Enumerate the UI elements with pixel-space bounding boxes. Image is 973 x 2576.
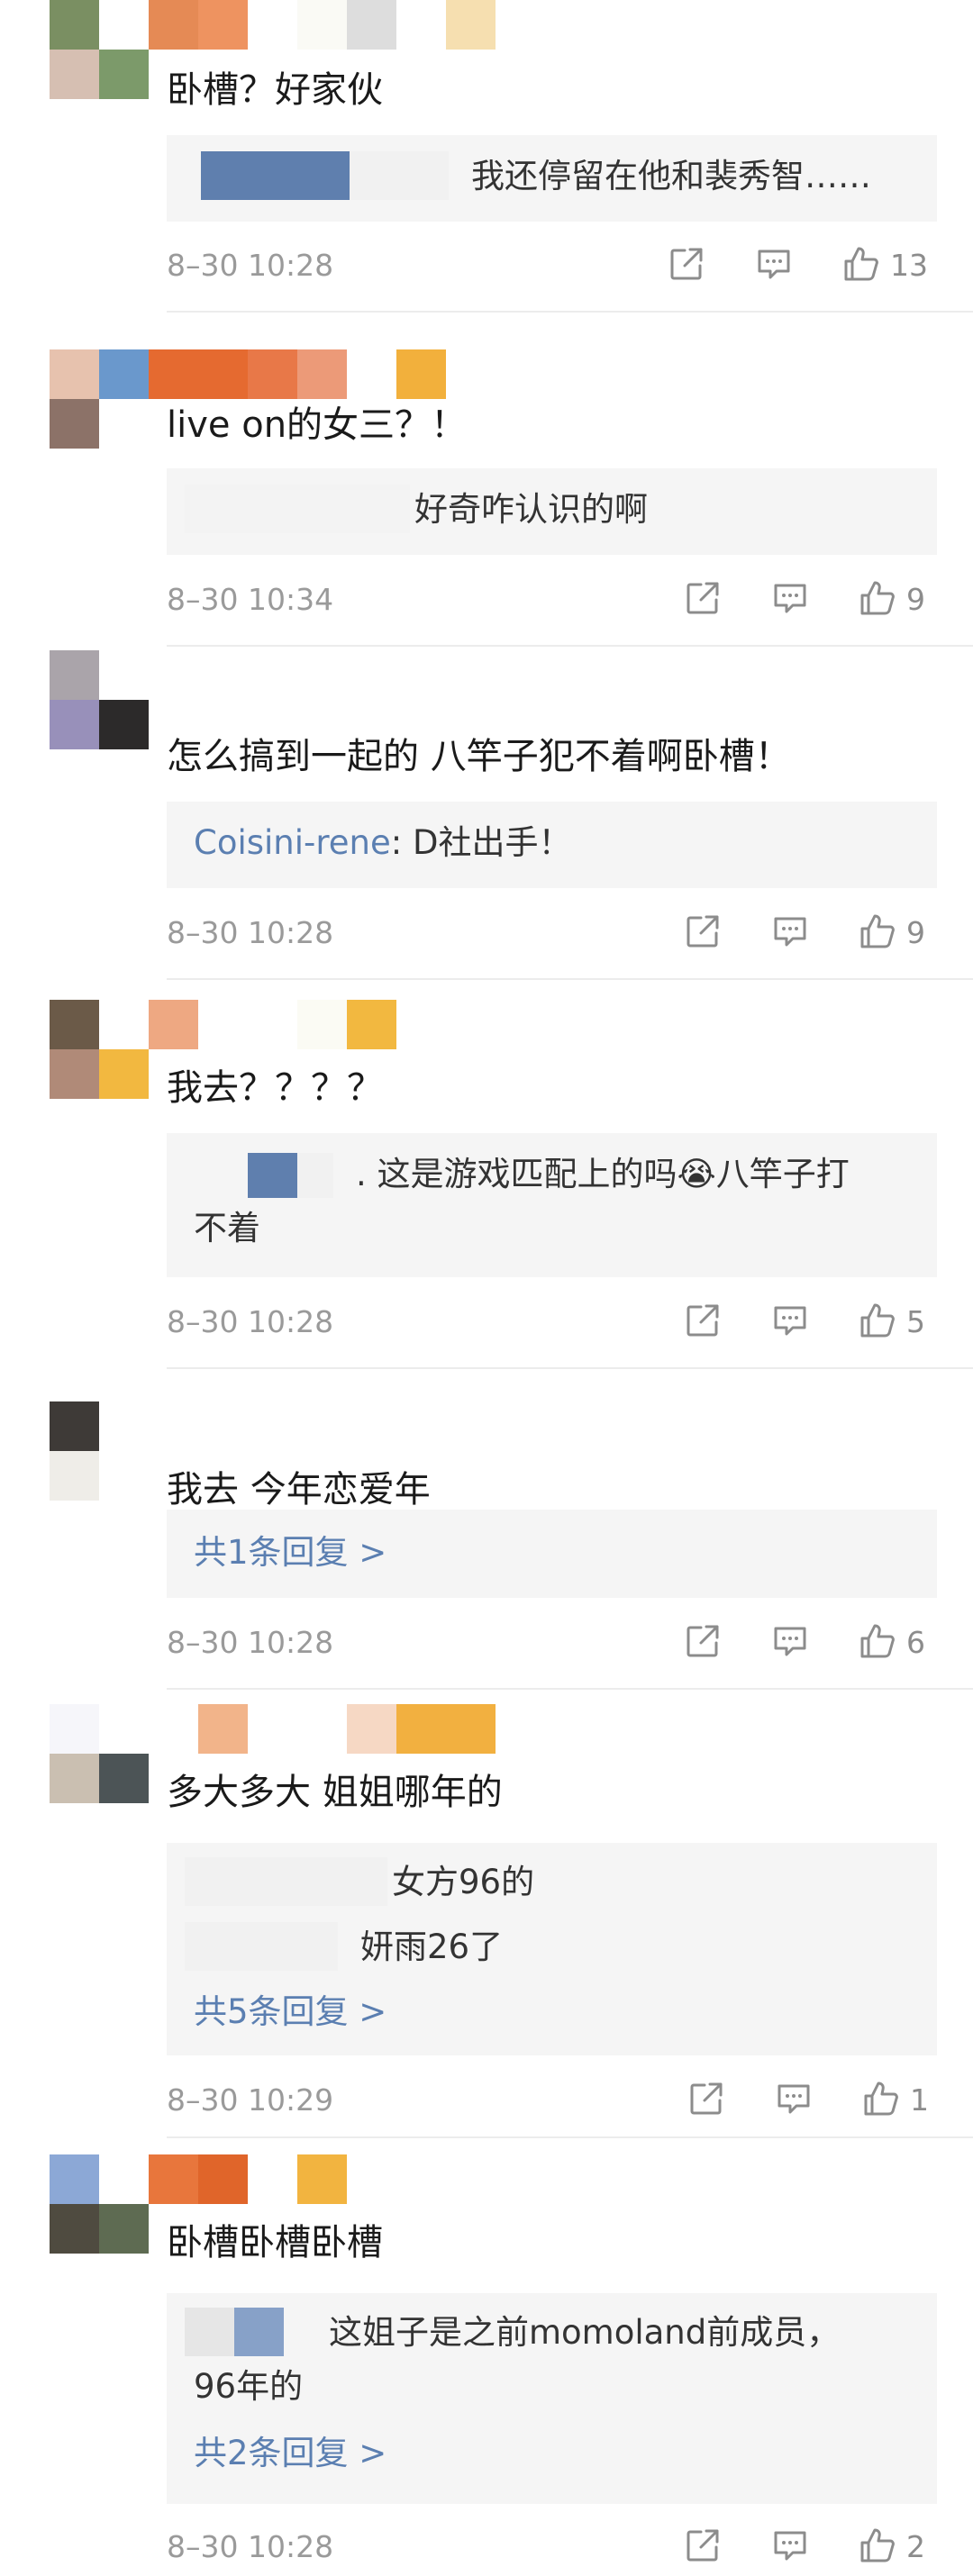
comment-text: 怎么搞到一起的 八竿子犯不着啊卧槽！ [167,736,791,777]
reply-text: 96年的 [194,2367,304,2406]
reply-username[interactable] [248,1153,297,1198]
divider [167,1367,973,1369]
reply-text: Coisini-rene: D社出手！ [194,823,572,862]
timestamp: 8–30 10:29 [167,2082,334,2118]
avatar[interactable] [50,650,149,749]
like-icon[interactable] [858,1301,897,1344]
reply-text: 妍雨26了 [360,1927,504,1966]
reply-username[interactable]: Coisini-rene [194,823,391,862]
share-icon[interactable] [683,1301,723,1344]
reply-box[interactable]: 我还停留在他和裴秀智…… [167,135,937,222]
avatar[interactable] [50,0,149,99]
action-bar: 2 [683,2526,937,2569]
reply-text: 不着 [194,1209,260,1247]
action-bar: 5 [683,1301,937,1344]
action-bar: 9 [683,912,937,955]
username[interactable] [149,0,527,50]
comment-icon[interactable] [774,2079,814,2122]
divider [167,311,973,313]
like-icon[interactable] [858,912,897,955]
reply-username[interactable] [201,151,350,200]
reply-username[interactable] [185,1857,387,1906]
share-icon[interactable] [683,578,723,621]
reply-box[interactable]: 好奇咋认识的啊 [167,468,937,555]
divider [167,1688,973,1690]
avatar[interactable] [50,1401,149,1501]
comment-icon[interactable] [770,1301,810,1344]
like-icon[interactable] [858,1621,897,1664]
share-icon[interactable] [683,2526,723,2569]
reply-username[interactable] [185,2308,234,2356]
divider [167,2136,973,2138]
like-icon[interactable] [858,2526,897,2569]
like-count: 5 [906,1304,925,1339]
like-count: 2 [906,2529,925,2564]
more-replies-link[interactable]: 共5条回复 > [194,1989,386,2036]
comment-icon[interactable] [770,578,810,621]
like-icon[interactable] [841,244,881,287]
share-icon[interactable] [687,2079,726,2122]
more-replies-link[interactable]: 共1条回复 > [194,1529,386,1576]
comment-text: 多大多大 姐姐哪年的 [167,1772,503,1813]
comment-icon[interactable] [770,2526,810,2569]
action-bar: 13 [667,244,937,287]
action-bar: 9 [683,578,937,621]
timestamp: 8–30 10:28 [167,2529,334,2564]
username[interactable] [149,1704,527,1754]
comment-icon[interactable] [770,1621,810,1664]
reply-text: 我还停留在他和裴秀智…… [471,157,871,195]
timestamp: 8–30 10:28 [167,248,334,283]
comment-icon[interactable] [770,912,810,955]
like-count: 9 [906,915,925,950]
username[interactable] [149,2154,527,2204]
reply-box[interactable]: 共1条回复 > [167,1510,937,1598]
timestamp: 8–30 10:28 [167,1625,334,1660]
reply-box[interactable]: 女方96的 妍雨26了 共5条回复 > [167,1843,937,2055]
divider [167,978,973,980]
avatar[interactable] [50,1704,149,1803]
reply-username[interactable] [185,485,410,533]
share-icon[interactable] [683,912,723,955]
divider [167,645,973,647]
comment-icon[interactable] [754,244,794,287]
timestamp: 8–30 10:28 [167,1304,334,1339]
like-count: 6 [906,1625,925,1660]
reply-text: 好奇咋认识的啊 [414,490,648,529]
share-icon[interactable] [667,244,706,287]
reply-box[interactable]: . 这是游戏匹配上的吗😭八竿子打 不着 [167,1133,937,1277]
more-replies-link[interactable]: 共2条回复 > [194,2430,386,2477]
action-bar: 1 [687,2079,937,2122]
reply-box[interactable]: Coisini-rene: D社出手！ [167,802,937,888]
avatar[interactable] [50,2154,149,2254]
comment-text: 卧槽？好家伙 [167,69,383,111]
avatar[interactable] [50,349,149,449]
username[interactable] [149,349,527,399]
timestamp: 8–30 10:28 [167,915,334,950]
like-icon[interactable] [861,2079,901,2122]
reply-box[interactable]: 这姐子是之前momoland前成员， 96年的 共2条回复 > [167,2293,937,2504]
comment-text: live on的女三？！ [167,404,468,446]
reply-text: . 这是游戏匹配上的吗😭八竿子打 [356,1155,850,1193]
reply-text: 这姐子是之前momoland前成员， [329,2313,841,2352]
comment-text: 我去 今年恋爱年 [167,1469,431,1510]
share-icon[interactable] [683,1621,723,1664]
comment-text: 我去？？？？ [167,1067,383,1109]
like-icon[interactable] [858,578,897,621]
like-count: 9 [906,582,925,617]
avatar[interactable] [50,1000,149,1099]
comment-text: 卧槽卧槽卧槽 [167,2222,383,2263]
timestamp: 8–30 10:34 [167,582,334,617]
like-count: 13 [890,248,928,283]
username[interactable] [149,1000,527,1049]
action-bar: 6 [683,1621,937,1664]
reply-text: 女方96的 [392,1863,535,1901]
like-count: 1 [910,2082,929,2118]
reply-username[interactable] [185,1922,338,1971]
